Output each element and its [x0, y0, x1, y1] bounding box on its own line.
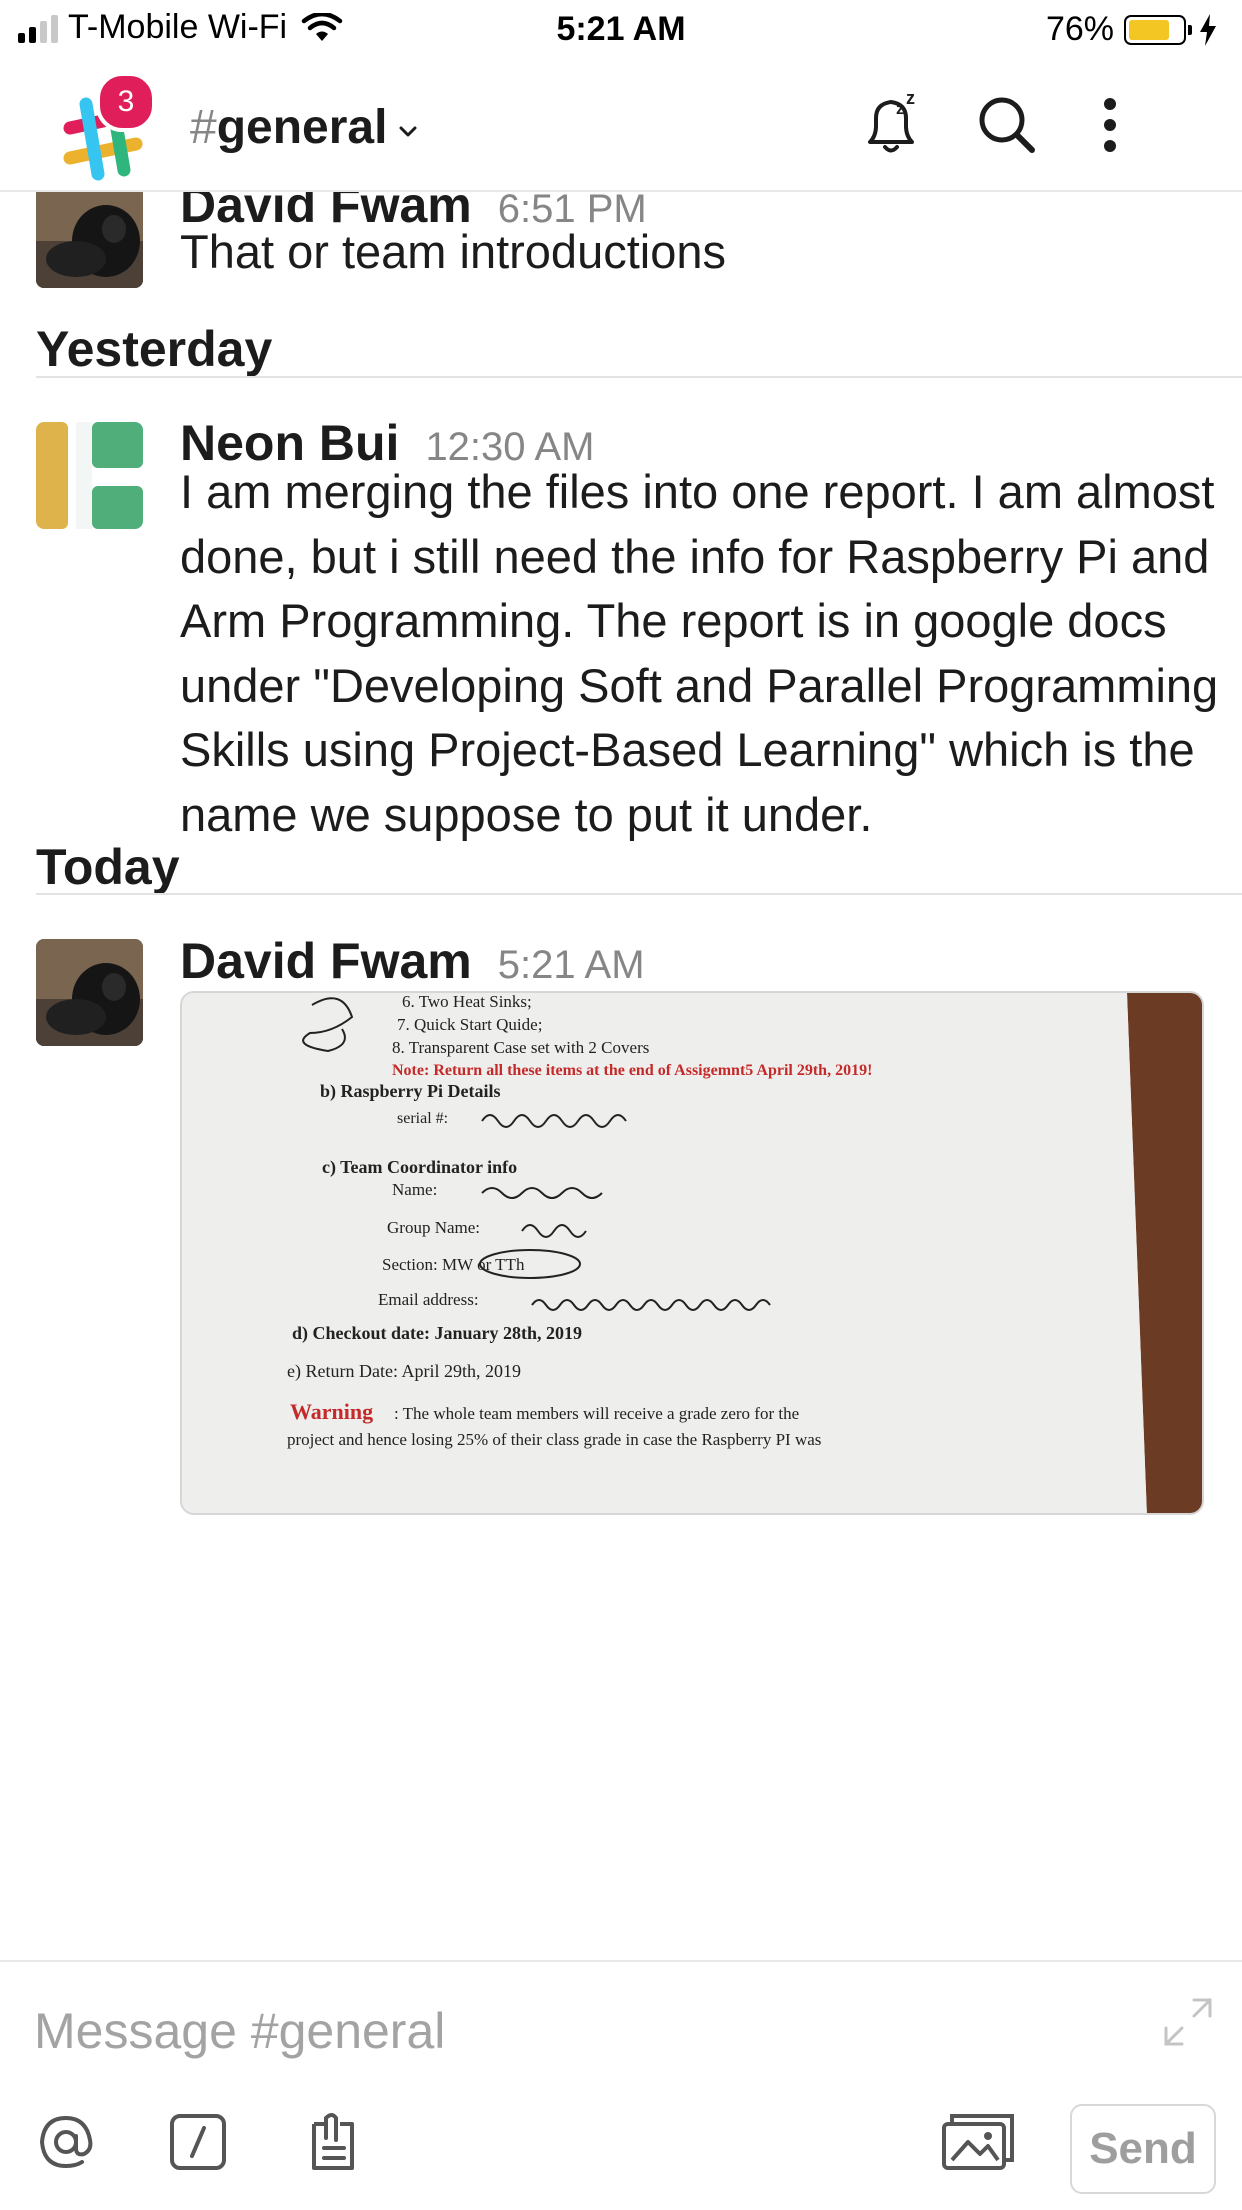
avatar[interactable]	[36, 939, 143, 1046]
doc-line: project and hence losing 25% of their cl…	[287, 1430, 821, 1449]
doc-note: Note: Return all these items at the end …	[392, 1062, 872, 1079]
search-icon[interactable]	[972, 90, 1042, 160]
doc-warning: Warning	[290, 1399, 373, 1424]
avatar[interactable]	[36, 192, 143, 288]
expand-icon[interactable]	[1160, 1994, 1216, 2050]
doc-line: e) Return Date: April 29th, 2019	[287, 1361, 521, 1382]
day-divider-line	[36, 893, 1242, 895]
doc-line: c) Team Coordinator info	[322, 1157, 517, 1178]
battery-icon	[1124, 14, 1192, 45]
doc-line: b) Raspberry Pi Details	[320, 1081, 500, 1102]
day-divider-label: Today	[36, 839, 180, 895]
more-options-icon[interactable]	[1090, 90, 1130, 160]
status-bar: T-Mobile Wi-Fi 5:21 AM 76%	[0, 0, 1242, 62]
slash-command-icon[interactable]	[166, 2110, 230, 2174]
message-input[interactable]: Message #general	[34, 2002, 1124, 2060]
doc-line: serial #:	[397, 1110, 448, 1127]
image-attachment[interactable]: 6. Two Heat Sinks; 7. Quick Start Quide;…	[180, 991, 1204, 1515]
svg-text:z: z	[896, 101, 904, 118]
doc-line: d) Checkout date: January 28th, 2019	[292, 1323, 582, 1344]
svg-text:z: z	[906, 90, 915, 108]
message-text: I am merging the files into one report. …	[180, 465, 1219, 841]
charging-bolt-icon	[1200, 13, 1216, 46]
battery-percent: 76%	[1045, 10, 1114, 48]
mention-icon[interactable]	[34, 2110, 98, 2174]
doc-line: Email address:	[378, 1290, 479, 1309]
snooze-bell-icon[interactable]: z z	[856, 90, 926, 160]
day-divider-label: Yesterday	[36, 321, 273, 377]
send-button[interactable]: Send	[1070, 2104, 1216, 2194]
channel-header: 3 # general z z	[0, 62, 1242, 192]
photo-gallery-icon[interactable]	[940, 2110, 1016, 2174]
message-text: That or team introductions	[180, 225, 726, 278]
channel-name: general	[216, 101, 388, 154]
chevron-down-icon	[399, 126, 417, 136]
message-author[interactable]: David Fwam 5:21 AM	[180, 932, 645, 990]
doc-line: 6. Two Heat Sinks;	[402, 993, 532, 1011]
doc-line: Group Name:	[387, 1218, 480, 1237]
channel-title-button[interactable]: # general	[190, 100, 417, 155]
unread-badge: 3	[96, 72, 156, 132]
attach-file-icon[interactable]	[300, 2110, 364, 2174]
message-composer: Message #general Send	[0, 1960, 1242, 2210]
channel-hash: #	[190, 101, 217, 154]
message-time: 5:21 AM	[497, 943, 645, 987]
doc-line: : The whole team members will receive a …	[394, 1404, 799, 1423]
doc-line: 8. Transparent Case set with 2 Covers	[392, 1038, 649, 1057]
message-feed[interactable]: David Fwam 6:51 PM That or team introduct…	[0, 192, 1242, 1950]
doc-line: Section: MW or TTh	[382, 1255, 525, 1274]
doc-line: Name:	[392, 1180, 437, 1199]
avatar[interactable]	[36, 422, 143, 529]
doc-line: 7. Quick Start Quide;	[397, 1015, 542, 1034]
day-divider-line	[36, 376, 1242, 378]
